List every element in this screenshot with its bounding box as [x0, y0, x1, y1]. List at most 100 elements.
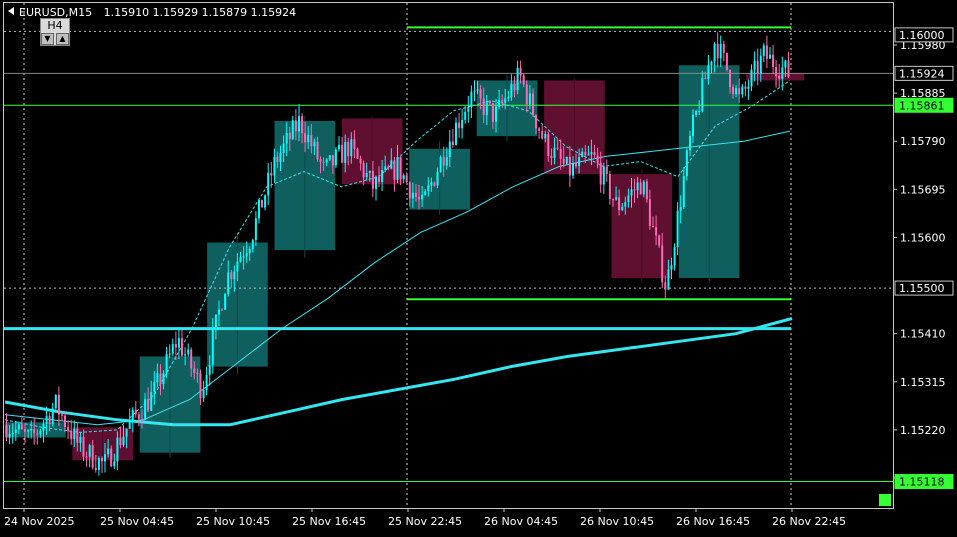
m15-candle-body: [562, 158, 565, 164]
m15-candle-body: [507, 97, 510, 99]
price-chart[interactable]: 1.15980 1.15885 1.15790 1.15695 1.15600 1.154…: [0, 0, 957, 533]
m15-candle-body: [525, 84, 528, 105]
m15-candle-body: [430, 182, 433, 186]
m15-candle-body: [202, 389, 205, 399]
price-label: 1.15861: [899, 99, 945, 112]
m15-candle-body: [236, 261, 239, 272]
x-axis-label: 25 Nov 10:45: [196, 515, 270, 528]
m15-candle-body: [673, 247, 676, 266]
m15-candle-body: [787, 60, 790, 77]
m15-candle-body: [710, 61, 713, 66]
m15-candle-body: [298, 116, 300, 132]
price-label: 1.15924: [899, 67, 945, 80]
m15-candle-body: [476, 89, 479, 91]
y-axis-label: 1.15315: [900, 376, 946, 389]
m15-candle-body: [316, 141, 319, 160]
m15-candle-body: [17, 424, 20, 430]
m15-candle-body: [51, 408, 54, 425]
m15-candle-body: [131, 409, 134, 421]
m15-candle-body: [418, 196, 420, 200]
m15-candle-body: [101, 458, 103, 462]
m15-candle-body: [14, 429, 17, 433]
m15-candle-body: [769, 54, 771, 59]
m15-candle-body: [535, 115, 537, 129]
m15-candle-body: [304, 133, 307, 143]
m15-candle-body: [267, 172, 270, 196]
m15-candle-body: [439, 157, 442, 172]
m15-candle-body: [230, 272, 233, 280]
m15-candle-body: [362, 163, 365, 178]
m15-candle-body: [177, 338, 180, 348]
m15-candle-body: [692, 114, 694, 136]
m15-candle-body: [645, 181, 648, 200]
m15-candle-body: [633, 189, 636, 191]
m15-candle-body: [685, 150, 688, 177]
m15-candle-body: [224, 294, 227, 310]
m15-candle-body: [347, 142, 350, 157]
m15-candle-body: [402, 175, 405, 180]
m15-candle-body: [421, 194, 424, 200]
m15-candle-body: [251, 239, 254, 249]
m15-candle-body: [258, 199, 260, 219]
y-axis-label: 1.15600: [900, 231, 946, 244]
m15-candle-body: [467, 107, 470, 112]
m15-candle-body: [33, 429, 36, 434]
m15-candle-body: [652, 226, 654, 228]
m15-candle-body: [719, 43, 722, 59]
m15-candle-body: [208, 365, 211, 375]
m15-candle-body: [698, 110, 701, 112]
m15-candle-body: [61, 414, 63, 416]
m15-candle-body: [408, 182, 411, 199]
m15-candle-body: [301, 116, 304, 134]
m15-candle-body: [371, 171, 374, 189]
m15-candle-body: [393, 160, 396, 180]
m15-candle-body: [455, 122, 457, 146]
timeframe-up-button[interactable]: ▲: [56, 33, 69, 45]
m15-candle-body: [221, 309, 223, 311]
m15-candle-body: [729, 70, 731, 88]
m15-candle-body: [338, 144, 340, 150]
m15-candle-body: [70, 431, 73, 440]
m15-candle-body: [581, 151, 584, 158]
m15-candle-body: [24, 429, 26, 432]
m15-candle-body: [73, 428, 76, 440]
m15-candle-body: [245, 253, 248, 257]
m15-candle-body: [670, 265, 673, 270]
m15-candle-body: [261, 199, 263, 208]
m15-candle-body: [547, 134, 550, 156]
m15-candle-body: [544, 134, 547, 139]
chart-canvas[interactable]: 1.159801.158851.157901.156951.156001.154…: [0, 0, 957, 533]
m15-candle-body: [664, 282, 667, 290]
m15-candle-body: [399, 157, 402, 180]
m15-candle-body: [174, 344, 177, 348]
m15-candle-body: [775, 67, 778, 76]
m15-candle-body: [381, 170, 384, 182]
chart-shift-button[interactable]: [879, 494, 891, 506]
m15-candle-body: [655, 227, 658, 236]
m15-candle-body: [532, 93, 534, 115]
m15-candle-body: [707, 65, 710, 80]
m15-candle-body: [599, 162, 602, 185]
m15-candle-body: [107, 448, 110, 455]
m15-candle-body: [94, 467, 97, 470]
m15-candle-body: [695, 110, 698, 115]
m15-candle-body: [387, 166, 390, 169]
m15-candle-body: [756, 60, 759, 74]
m15-candle-body: [747, 86, 750, 89]
m15-candle-body: [488, 100, 491, 104]
m15-candle-body: [618, 197, 621, 211]
m15-candle-body: [85, 456, 88, 458]
m15-candle-body: [704, 78, 707, 80]
timeframe-down-button[interactable]: ▼: [41, 33, 54, 45]
m15-candle-body: [54, 394, 57, 409]
m15-candle-body: [196, 372, 199, 374]
m15-candle-body: [519, 67, 522, 76]
m15-candle-body: [322, 161, 325, 163]
m15-candle-body: [722, 43, 725, 53]
m15-candle-body: [76, 428, 79, 443]
m15-candle-body: [405, 175, 408, 183]
m15-candle-body: [64, 415, 66, 427]
m15-candle-body: [781, 67, 784, 79]
m15-candle-body: [328, 155, 331, 160]
m15-candle-body: [436, 172, 439, 186]
